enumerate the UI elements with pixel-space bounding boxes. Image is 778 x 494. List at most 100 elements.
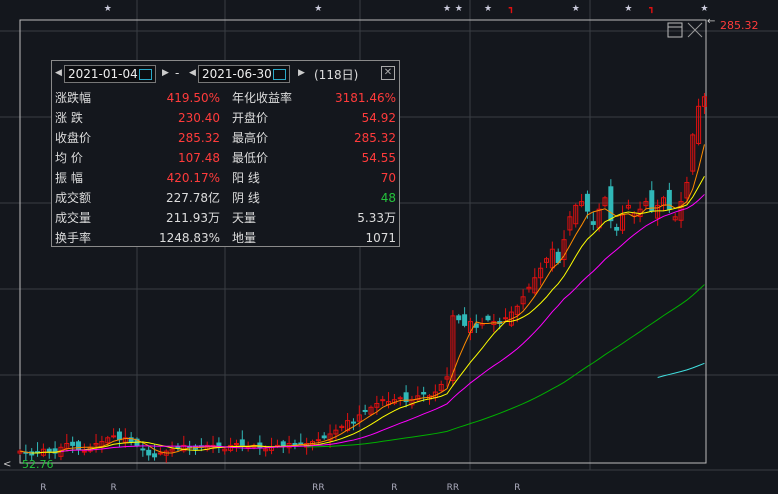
bottom-label: R [514, 483, 520, 493]
calendar-icon[interactable] [138, 69, 152, 80]
candle-body [421, 392, 427, 395]
star-icon: ★ [484, 4, 492, 14]
stat-label: 最高价 [232, 131, 269, 145]
candle-body [233, 442, 239, 445]
calendar-icon[interactable] [272, 69, 286, 80]
stat-label: 换手率 [55, 231, 92, 245]
stat-value: 107.48 [178, 151, 220, 165]
stat-label: 阳 线 [232, 171, 260, 185]
candle-body [175, 446, 181, 449]
close-panel-icon[interactable]: ✕ [381, 66, 395, 80]
stat-label: 天量 [232, 211, 257, 225]
prev-start-arrow-icon[interactable]: ◀ [55, 68, 62, 78]
arrow-icon: < [3, 459, 11, 470]
candle-body [350, 421, 356, 424]
next-start-arrow-icon[interactable]: ▶ [162, 68, 169, 78]
stat-value: 420.17% [166, 171, 220, 185]
candle-body [140, 448, 146, 451]
stat-label: 涨 跌 [55, 111, 83, 125]
candle-body [321, 435, 327, 439]
stat-label: 年化收益率 [232, 91, 293, 105]
stat-label: 振 幅 [55, 171, 83, 185]
stats-row: 收盘价 285.32 最高价 285.32 [52, 128, 399, 148]
candle-body [70, 441, 76, 446]
stat-label: 最低价 [232, 151, 269, 165]
end-date-field[interactable]: 2021-06-30 [198, 65, 290, 83]
stats-row: 涨跌幅 419.50% 年化收益率 3181.46% [52, 88, 399, 108]
stat-label: 均 价 [55, 151, 83, 165]
candle-body [380, 399, 386, 402]
flag-icon: ┓ [648, 4, 654, 14]
close-icon[interactable] [687, 22, 703, 38]
low-price-label: 52.76 [22, 458, 54, 471]
stat-value: 1248.83% [158, 231, 220, 245]
stat-label: 开盘价 [232, 111, 269, 125]
stat-label: 成交量 [55, 211, 92, 225]
stat-value: 227.78亿 [166, 191, 220, 205]
stat-value: 285.32 [354, 131, 396, 145]
stat-value: 3181.46% [334, 91, 396, 105]
bottom-label: RR [312, 483, 325, 493]
stat-value: 5.33万 [357, 211, 396, 225]
prev-end-arrow-icon[interactable]: ◀ [189, 68, 196, 78]
bottom-label: RR [447, 483, 460, 493]
candle-body [608, 186, 614, 222]
stat-value: 54.55 [361, 151, 396, 165]
candle-body [280, 441, 286, 446]
star-icon: ★ [314, 4, 322, 14]
day-count: (118日) [314, 68, 359, 82]
restore-icon[interactable] [667, 22, 683, 38]
start-date-field[interactable]: 2021-01-04 [64, 65, 156, 83]
candle-body [614, 226, 620, 231]
stat-label: 成交额 [55, 191, 92, 205]
bottom-label: R [110, 483, 116, 493]
stat-label: 阴 线 [232, 191, 260, 205]
candle-body [456, 315, 462, 321]
stat-value: 211.93万 [166, 211, 220, 225]
candle-body [239, 439, 245, 446]
candle-body [362, 409, 368, 412]
date-range-header: ◀ 2021-01-04 ▶ - ◀ 2021-06-30 ▶ (118日) ✕ [52, 61, 399, 87]
star-icon: ★ [700, 4, 708, 14]
stat-label: 收盘价 [55, 131, 92, 145]
candle-body [157, 452, 163, 455]
stat-value: 285.32 [178, 131, 220, 145]
interval-stats-panel: ◀ 2021-01-04 ▶ - ◀ 2021-06-30 ▶ (118日) ✕… [51, 60, 400, 247]
stat-label: 涨跌幅 [55, 91, 92, 105]
stat-label: 地量 [232, 231, 257, 245]
stat-value: 419.50% [166, 91, 220, 105]
star-icon: ★ [572, 4, 580, 14]
star-icon: ★ [104, 4, 112, 14]
candle-body [116, 431, 122, 441]
range-separator: - [175, 66, 180, 80]
candle-body [146, 449, 152, 456]
star-icon: ★ [455, 4, 463, 14]
candle-body [462, 314, 468, 326]
stats-row: 涨 跌 230.40 开盘价 54.92 [52, 108, 399, 128]
candle-body [503, 317, 509, 320]
star-icon: ★ [443, 4, 451, 14]
stat-value: 48 [380, 191, 396, 205]
stats-row: 成交量 211.93万 天量 5.33万 [52, 208, 399, 228]
next-end-arrow-icon[interactable]: ▶ [298, 68, 305, 78]
candle-body [46, 448, 52, 452]
bottom-label: R [391, 483, 397, 493]
stats-row: 均 价 107.48 最低价 54.55 [52, 148, 399, 168]
flag-icon: ┓ [508, 4, 514, 14]
stat-value: 230.40 [178, 111, 220, 125]
candle-body [152, 453, 158, 458]
stats-row: 成交额 227.78亿 阴 线 48 [52, 188, 399, 208]
candle-body [666, 189, 672, 210]
candle-body [584, 193, 590, 212]
candle-body [81, 450, 87, 453]
bottom-label: R [40, 483, 46, 493]
candle-body [397, 397, 403, 400]
star-icon: ★ [624, 4, 632, 14]
stats-row: 振 幅 420.17% 阳 线 70 [52, 168, 399, 188]
stats-row: 换手率 1248.83% 地量 1071 [52, 228, 399, 248]
candle-body [315, 439, 321, 442]
candle-body [111, 435, 117, 438]
stat-value: 54.92 [361, 111, 396, 125]
candle-body [298, 442, 304, 445]
high-price-label: 285.32 [720, 19, 759, 32]
